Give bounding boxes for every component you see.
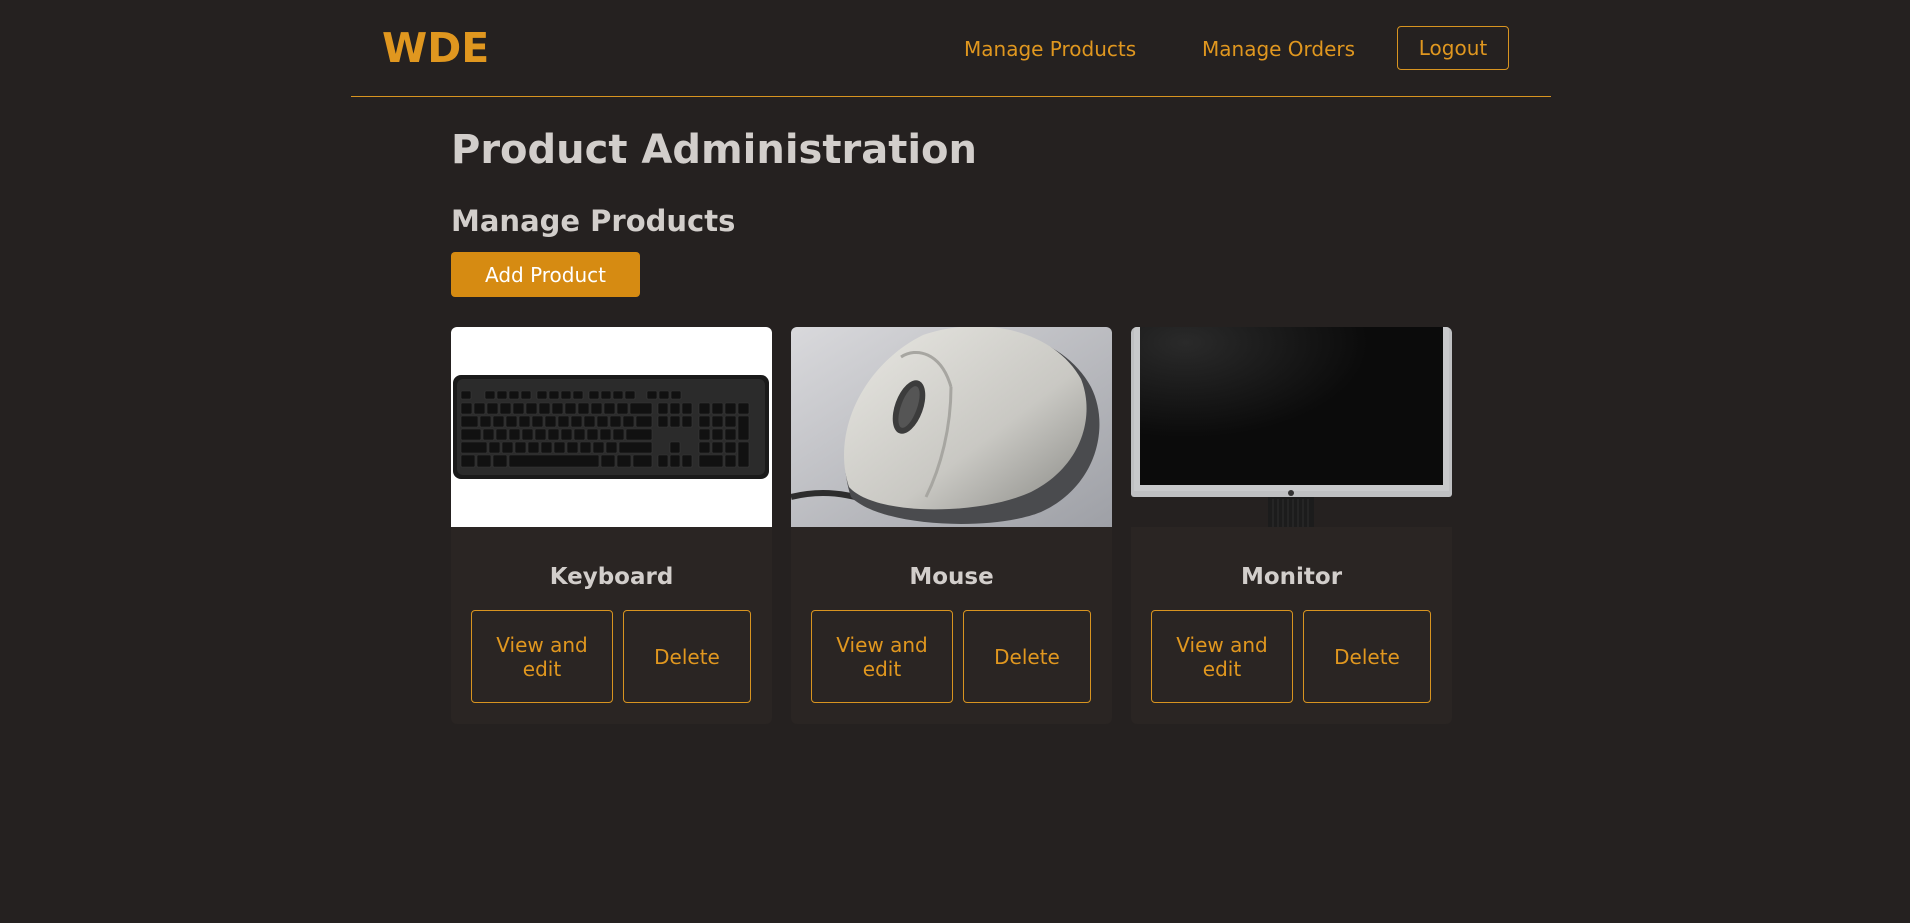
nav-manage-orders-link[interactable]: Manage Orders — [1202, 36, 1355, 62]
add-product-button[interactable]: Add Product — [451, 252, 640, 297]
mouse-image — [791, 327, 1112, 527]
brand-logo[interactable]: WDE — [382, 22, 489, 74]
delete-button[interactable]: Delete — [963, 610, 1091, 703]
product-card-monitor: Monitor View and edit Delete — [1131, 327, 1452, 724]
product-name: Mouse — [909, 564, 994, 590]
product-card-keyboard: Keyboard View and edit Delete — [451, 327, 772, 724]
product-name: Monitor — [1240, 564, 1343, 590]
keyboard-image — [451, 327, 772, 527]
product-card-mouse: Mouse View and edit Delete — [791, 327, 1112, 724]
product-name: Keyboard — [549, 564, 674, 590]
view-edit-button[interactable]: View and edit — [811, 610, 953, 703]
page-title: Product Administration — [451, 127, 977, 173]
section-title: Manage Products — [451, 204, 736, 238]
delete-button[interactable]: Delete — [623, 610, 751, 703]
view-edit-button[interactable]: View and edit — [1151, 610, 1293, 703]
top-navbar: WDE Manage Products Manage Orders Logout — [351, 0, 1551, 97]
logout-button[interactable]: Logout — [1397, 26, 1509, 70]
nav-manage-products-link[interactable]: Manage Products — [964, 36, 1136, 62]
view-edit-button[interactable]: View and edit — [471, 610, 613, 703]
delete-button[interactable]: Delete — [1303, 610, 1431, 703]
monitor-image — [1131, 327, 1452, 527]
